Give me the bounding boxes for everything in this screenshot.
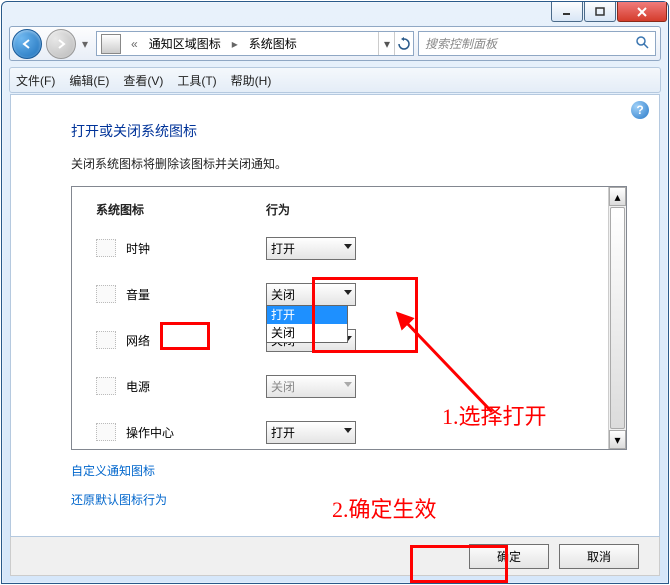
content-panel: ? 打开或关闭系统图标 关闭系统图标将删除该图标并关闭通知。 系统图标 行为 时…	[10, 94, 660, 537]
crumb-sep-icon: «	[125, 32, 145, 55]
minimize-button[interactable]	[551, 2, 583, 22]
combo-volume-dropdown: 打开 关闭	[266, 305, 348, 343]
row-network: 网络 关闭	[96, 324, 602, 356]
chevron-down-icon	[344, 382, 352, 387]
row-label: 时钟	[126, 240, 266, 257]
combo-clock[interactable]: 打开	[266, 237, 356, 260]
power-icon	[96, 377, 116, 395]
menubar: 文件(F) 编辑(E) 查看(V) 工具(T) 帮助(H)	[9, 67, 661, 93]
combo-action-center[interactable]: 打开	[266, 421, 356, 444]
network-icon	[96, 331, 116, 349]
chevron-down-icon	[344, 244, 352, 249]
menu-file[interactable]: 文件(F)	[16, 72, 55, 89]
combo-volume[interactable]: 关闭 打开 关闭	[266, 283, 356, 306]
navbar: ▾ « 通知区域图标 ▸ 系统图标 ▾ 搜索控制面板	[9, 26, 661, 61]
search-icon	[635, 35, 651, 54]
row-label: 操作中心	[126, 424, 266, 441]
crumb-notification-icons[interactable]: 通知区域图标	[145, 32, 226, 55]
forward-button[interactable]	[46, 29, 76, 59]
column-headers: 系统图标 行为	[96, 201, 602, 218]
row-label: 音量	[126, 286, 266, 303]
search-input[interactable]: 搜索控制面板	[418, 31, 656, 56]
menu-tools[interactable]: 工具(T)	[177, 72, 216, 89]
address-bar[interactable]: « 通知区域图标 ▸ 系统图标 ▾	[96, 31, 414, 56]
annotation-text-1: 1.选择打开	[442, 399, 547, 431]
col-behavior: 行为	[266, 201, 290, 218]
close-button[interactable]	[617, 2, 667, 22]
menu-help[interactable]: 帮助(H)	[231, 72, 272, 89]
footer: 确定 取消	[10, 537, 660, 576]
page-description: 关闭系统图标将删除该图标并关闭通知。	[71, 155, 627, 172]
scroll-thumb[interactable]	[610, 207, 625, 429]
option-open[interactable]: 打开	[267, 306, 347, 324]
combo-power: 关闭	[266, 375, 356, 398]
scrollbar[interactable]: ▴ ▾	[608, 187, 626, 449]
address-dropdown-icon[interactable]: ▾	[378, 32, 395, 55]
clock-icon	[96, 239, 116, 257]
maximize-button[interactable]	[584, 2, 616, 22]
location-icon	[101, 34, 121, 54]
nav-history-dropdown[interactable]: ▾	[78, 30, 92, 58]
back-button[interactable]	[12, 29, 42, 59]
crumb-system-icons[interactable]: 系统图标	[245, 32, 302, 55]
page-title: 打开或关闭系统图标	[71, 121, 627, 141]
scroll-up-icon[interactable]: ▴	[609, 187, 626, 206]
flag-icon	[96, 423, 116, 441]
refresh-icon[interactable]	[394, 32, 413, 55]
chevron-right-icon: ▸	[226, 32, 245, 55]
annotation-text-2: 2.确定生效	[332, 492, 437, 524]
link-customize[interactable]: 自定义通知图标	[71, 462, 627, 479]
row-label: 网络	[126, 332, 266, 349]
menu-edit[interactable]: 编辑(E)	[69, 72, 109, 89]
titlebar	[2, 2, 668, 26]
option-close[interactable]: 关闭	[267, 324, 347, 342]
row-label: 电源	[126, 378, 266, 395]
cancel-button[interactable]: 取消	[559, 544, 639, 569]
control-panel-window: ▾ « 通知区域图标 ▸ 系统图标 ▾ 搜索控制面板 文件(F) 编辑(E) 查…	[1, 1, 669, 584]
row-volume: 音量 关闭 打开 关闭	[96, 278, 602, 310]
row-power: 电源 关闭	[96, 370, 602, 402]
menu-view[interactable]: 查看(V)	[123, 72, 163, 89]
volume-icon	[96, 285, 116, 303]
chevron-down-icon	[344, 290, 352, 295]
help-icon[interactable]: ?	[631, 101, 649, 119]
search-placeholder: 搜索控制面板	[425, 35, 497, 52]
ok-button[interactable]: 确定	[469, 544, 549, 569]
col-system-icon: 系统图标	[96, 201, 266, 218]
row-clock: 时钟 打开	[96, 232, 602, 264]
chevron-down-icon	[344, 428, 352, 433]
scroll-down-icon[interactable]: ▾	[609, 430, 626, 449]
